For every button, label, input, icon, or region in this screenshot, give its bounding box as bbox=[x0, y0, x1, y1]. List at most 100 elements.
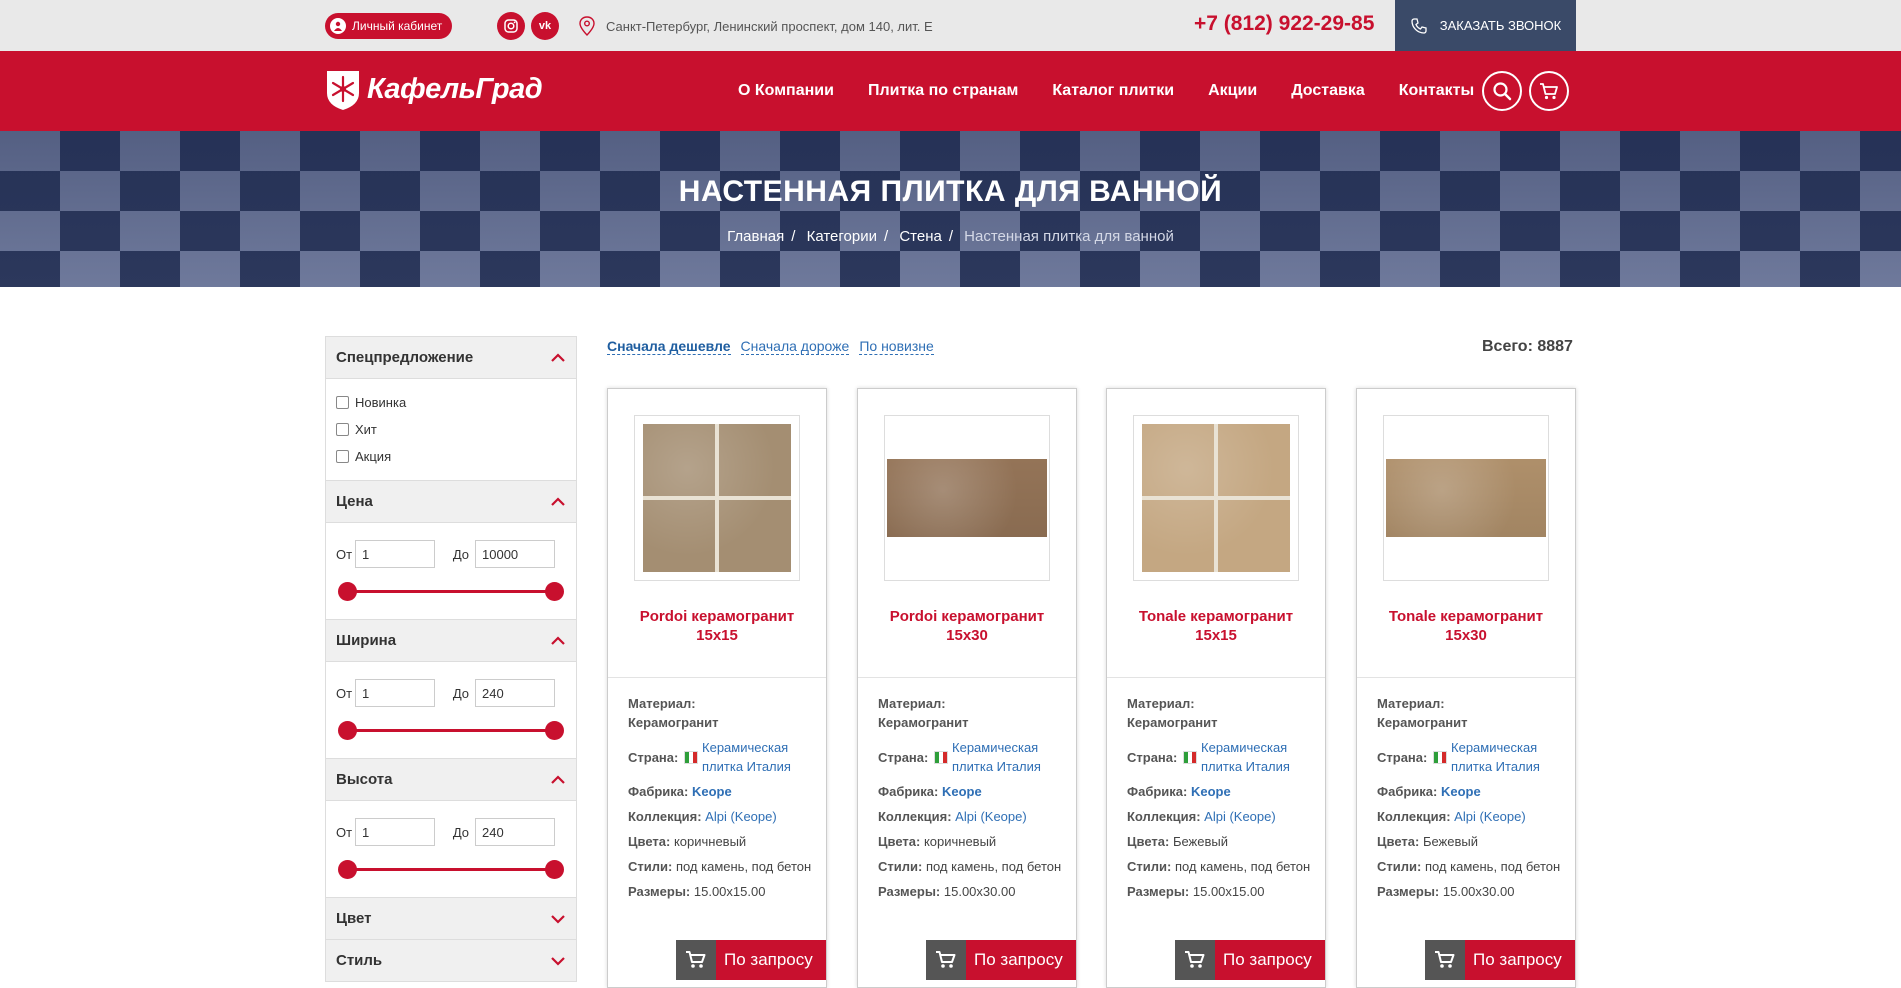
product-card[interactable]: Pordoi керамогранит 15x30 Материал: Керам… bbox=[857, 388, 1077, 988]
factory-link[interactable]: Keope bbox=[1441, 784, 1481, 799]
instagram-icon[interactable] bbox=[497, 12, 525, 40]
prop-label: Коллекция: bbox=[878, 809, 952, 824]
prop-collection: Коллекция: Alpi (Keope) bbox=[878, 807, 1068, 826]
filter-style-header[interactable]: Стиль bbox=[326, 940, 576, 982]
product-title[interactable]: Tonale керамогранит 15x30 bbox=[1367, 607, 1565, 645]
nav-item-about[interactable]: О Компании bbox=[738, 82, 834, 100]
checkbox-box[interactable] bbox=[336, 396, 349, 409]
personal-cabinet-label: Личный кабинет bbox=[352, 19, 443, 33]
slider-min-handle[interactable] bbox=[338, 721, 357, 740]
product-title[interactable]: Tonale керамогранит 15x15 bbox=[1117, 607, 1315, 645]
checkbox-box[interactable] bbox=[336, 450, 349, 463]
card-divider bbox=[608, 677, 826, 678]
product-card[interactable]: Pordoi керамогранит 15x15 Материал: Керам… bbox=[607, 388, 827, 988]
prop-value: под камень, под бетон bbox=[675, 859, 812, 874]
slider-max-handle[interactable] bbox=[545, 721, 564, 740]
breadcrumb-home[interactable]: Главная bbox=[727, 228, 784, 245]
width-range-slider[interactable] bbox=[336, 712, 566, 748]
logo[interactable]: КафельГрад bbox=[325, 67, 543, 111]
product-image[interactable] bbox=[634, 415, 800, 581]
country-link[interactable]: Керамическая плитка Италия bbox=[1451, 738, 1567, 776]
filter-price-title: Цена bbox=[336, 493, 373, 510]
price-to-input[interactable] bbox=[475, 540, 555, 568]
collection-link[interactable]: Alpi (Keope) bbox=[1454, 809, 1526, 824]
request-button[interactable]: По запросу bbox=[1425, 940, 1575, 980]
phone-link[interactable]: +7 (812) 922-29-85 bbox=[1194, 12, 1374, 36]
prop-label: Страна: bbox=[878, 749, 929, 765]
prop-value: под камень, под бетон bbox=[1174, 859, 1311, 874]
collection-link[interactable]: Alpi (Keope) bbox=[705, 809, 777, 824]
slider-min-handle[interactable] bbox=[338, 860, 357, 879]
prop-material: Материал: Керамогранит bbox=[878, 694, 1068, 732]
height-to-input[interactable] bbox=[475, 818, 555, 846]
nav-item-promotions[interactable]: Акции bbox=[1208, 82, 1257, 100]
from-label: От bbox=[336, 546, 353, 562]
product-title[interactable]: Pordoi керамогранит 15x15 bbox=[618, 607, 816, 645]
breadcrumb-separator: / bbox=[791, 228, 796, 245]
price-range-slider[interactable] bbox=[336, 573, 566, 609]
country-link[interactable]: Керамическая плитка Италия bbox=[952, 738, 1068, 776]
cart-button[interactable] bbox=[1529, 71, 1569, 111]
breadcrumb-categories[interactable]: Категории bbox=[807, 228, 877, 245]
country-link[interactable]: Керамическая плитка Италия bbox=[702, 738, 818, 776]
slider-max-handle[interactable] bbox=[545, 860, 564, 879]
factory-link[interactable]: Keope bbox=[942, 784, 982, 799]
product-image[interactable] bbox=[884, 415, 1050, 581]
request-button[interactable]: По запросу bbox=[1175, 940, 1325, 980]
width-from-input[interactable] bbox=[355, 679, 435, 707]
prop-material: Материал: Керамогранит bbox=[1377, 694, 1567, 732]
product-card[interactable]: Tonale керамогранит 15x30 Материал: Керам… bbox=[1356, 388, 1576, 988]
prop-value: 15.00x30.00 bbox=[943, 884, 1016, 899]
breadcrumb-wall[interactable]: Стена bbox=[899, 228, 942, 245]
product-properties: Материал: Керамогранит Страна: Керамическа… bbox=[1127, 694, 1317, 907]
filter-special-header[interactable]: Спецпредложение bbox=[326, 337, 576, 379]
filter-height-header[interactable]: Высота bbox=[326, 759, 576, 801]
vk-icon[interactable]: vk bbox=[531, 12, 559, 40]
prop-value: Керамогранит bbox=[878, 715, 969, 730]
prop-colors: Цвета: коричневый bbox=[878, 832, 1068, 851]
nav-item-catalog[interactable]: Каталог плитки bbox=[1052, 82, 1174, 100]
sort-expensive-first[interactable]: Сначала дороже bbox=[740, 338, 850, 355]
nav-item-tiles-by-country[interactable]: Плитка по странам bbox=[868, 82, 1018, 100]
order-callback-button[interactable]: ЗАКАЗАТЬ ЗВОНОК bbox=[1395, 0, 1576, 51]
prop-sizes: Размеры: 15.00x30.00 bbox=[1377, 882, 1567, 901]
sort-cheapest-first[interactable]: Сначала дешевле bbox=[607, 338, 731, 355]
factory-link[interactable]: Keope bbox=[1191, 784, 1231, 799]
prop-styles: Стили: под камень, под бетон bbox=[1377, 857, 1567, 876]
collection-link[interactable]: Alpi (Keope) bbox=[955, 809, 1027, 824]
cart-icon bbox=[926, 940, 966, 980]
checkbox-sale[interactable]: Акция bbox=[336, 443, 566, 470]
product-card[interactable]: Tonale керамогранит 15x15 Материал: Керам… bbox=[1106, 388, 1326, 988]
product-image-swatch bbox=[1386, 459, 1546, 537]
checkbox-hit[interactable]: Хит bbox=[336, 416, 566, 443]
filter-color-header[interactable]: Цвет bbox=[326, 898, 576, 940]
product-image[interactable] bbox=[1133, 415, 1299, 581]
request-button[interactable]: По запросу bbox=[676, 940, 826, 980]
request-button[interactable]: По запросу bbox=[926, 940, 1076, 980]
product-properties: Материал: Керамогранит Страна: Керамическа… bbox=[628, 694, 818, 907]
to-label: До bbox=[452, 685, 469, 701]
total-count: Всего: 8887 bbox=[1482, 338, 1573, 355]
factory-link[interactable]: Keope bbox=[692, 784, 732, 799]
height-range-slider[interactable] bbox=[336, 851, 566, 887]
product-image[interactable] bbox=[1383, 415, 1549, 581]
slider-track bbox=[348, 868, 554, 871]
country-link[interactable]: Керамическая плитка Италия bbox=[1201, 738, 1317, 776]
width-to-input[interactable] bbox=[475, 679, 555, 707]
nav-item-delivery[interactable]: Доставка bbox=[1291, 82, 1365, 100]
price-from-input[interactable] bbox=[355, 540, 435, 568]
filter-width-header[interactable]: Ширина bbox=[326, 620, 576, 662]
slider-max-handle[interactable] bbox=[545, 582, 564, 601]
nav-item-contacts[interactable]: Контакты bbox=[1399, 82, 1474, 100]
checkbox-new[interactable]: Новинка bbox=[336, 389, 566, 416]
search-button[interactable] bbox=[1482, 71, 1522, 111]
personal-cabinet-button[interactable]: Личный кабинет bbox=[325, 13, 453, 39]
sort-newest[interactable]: По новизне bbox=[859, 338, 934, 355]
product-title[interactable]: Pordoi керамогранит 15x30 bbox=[868, 607, 1066, 645]
checkbox-box[interactable] bbox=[336, 423, 349, 436]
collection-link[interactable]: Alpi (Keope) bbox=[1204, 809, 1276, 824]
height-from-input[interactable] bbox=[355, 818, 435, 846]
slider-min-handle[interactable] bbox=[338, 582, 357, 601]
filter-price-header[interactable]: Цена bbox=[326, 481, 576, 523]
prop-value: Керамогранит bbox=[628, 715, 719, 730]
